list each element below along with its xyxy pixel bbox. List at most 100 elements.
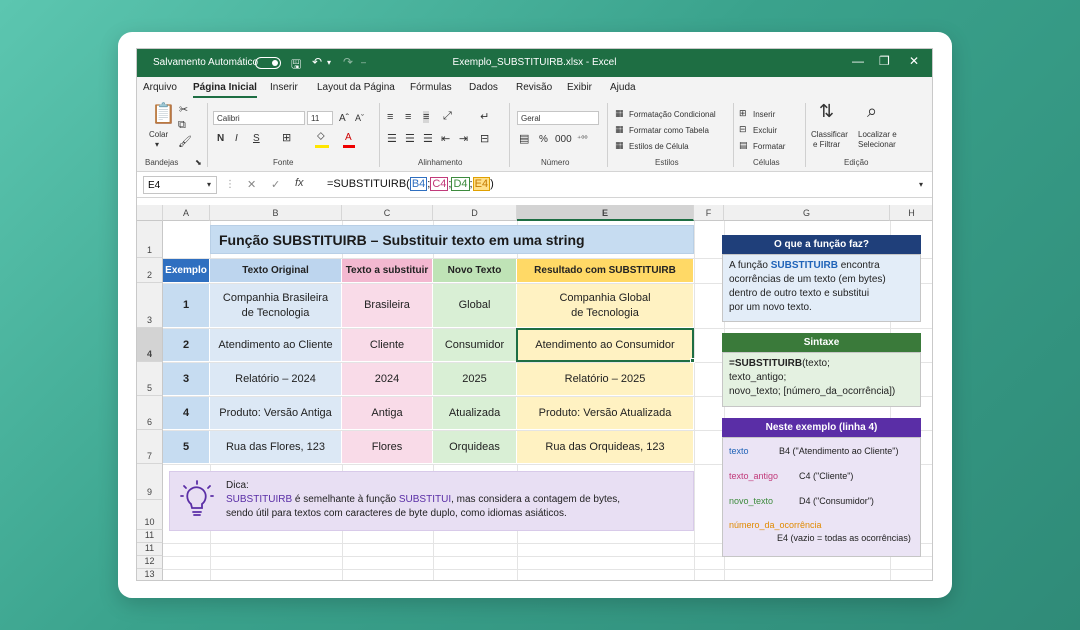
- header-resultado[interactable]: Resultado com SUBSTITUIRB: [517, 259, 694, 283]
- row-header-11b[interactable]: 11: [137, 543, 163, 556]
- comma-style-icon[interactable]: 000: [555, 134, 572, 145]
- find-select-label-2[interactable]: Selecionar: [858, 140, 896, 149]
- cell-new-text-4[interactable]: Atualizada: [433, 397, 517, 430]
- tab-arquivo[interactable]: Arquivo: [143, 82, 177, 93]
- tab-layout[interactable]: Layout da Página: [317, 82, 395, 93]
- row-header-13[interactable]: 13: [137, 569, 163, 580]
- col-header-g[interactable]: G: [724, 205, 890, 221]
- orientation-icon[interactable]: ⤢: [443, 110, 452, 123]
- select-all-corner[interactable]: [137, 205, 163, 221]
- close-icon[interactable]: ✕: [909, 54, 919, 68]
- tab-dados[interactable]: Dados: [469, 82, 498, 93]
- cell-new-text-1[interactable]: Global: [433, 284, 517, 328]
- row-header-6[interactable]: 6: [137, 396, 163, 430]
- grow-font-icon[interactable]: Aˆ: [339, 113, 349, 124]
- row-header-5[interactable]: 5: [137, 362, 163, 396]
- cell-old-text-2[interactable]: Cliente: [342, 329, 433, 362]
- cond-format-button[interactable]: Formatação Condicional: [629, 110, 716, 119]
- row-header-10[interactable]: 10: [137, 500, 163, 530]
- row-header-2[interactable]: 2: [137, 258, 163, 283]
- align-bottom-icon[interactable]: ≡: [423, 111, 430, 123]
- sort-filter-label-2[interactable]: e Filtrar: [813, 140, 840, 149]
- fill-color-icon[interactable]: ⬦: [317, 130, 325, 143]
- insert-cells-button[interactable]: Inserir: [753, 110, 775, 119]
- cell-example-number-2[interactable]: 2: [163, 329, 210, 362]
- header-novo-texto[interactable]: Novo Texto: [433, 259, 517, 283]
- cell-example-number-4[interactable]: 4: [163, 397, 210, 430]
- italic-button[interactable]: I: [235, 133, 238, 144]
- header-exemplo[interactable]: Exemplo: [163, 259, 210, 283]
- format-table-icon[interactable]: ▦: [615, 124, 624, 135]
- tab-revisao[interactable]: Revisão: [516, 82, 552, 93]
- cond-format-icon[interactable]: ▦: [615, 108, 624, 119]
- decimal-icon[interactable]: ⁺⁰⁰: [577, 134, 588, 143]
- col-header-e[interactable]: E: [517, 205, 694, 221]
- header-texto-substituir[interactable]: Texto a substituir: [342, 259, 433, 283]
- col-header-h[interactable]: H: [890, 205, 932, 221]
- expand-formula-icon[interactable]: ▾: [919, 180, 923, 189]
- delete-cells-button[interactable]: Excluir: [753, 126, 777, 135]
- paste-icon[interactable]: 📋: [151, 101, 176, 126]
- more-options-icon[interactable]: ⋮: [225, 179, 235, 190]
- formula-input[interactable]: =SUBSTITUIRB(B4; C4; D4; E4): [327, 177, 494, 191]
- font-name-combo[interactable]: Calibri: [213, 111, 305, 125]
- paste-dropdown-icon[interactable]: ▾: [155, 140, 159, 149]
- name-box[interactable]: E4: [143, 176, 217, 194]
- insert-function-icon[interactable]: fx: [295, 177, 304, 189]
- restore-icon[interactable]: ❐: [879, 54, 890, 68]
- format-cells-button[interactable]: Formatar: [753, 142, 785, 151]
- header-texto-original[interactable]: Texto Original: [210, 259, 342, 283]
- tab-exibir[interactable]: Exibir: [567, 82, 592, 93]
- cell-original-text-3[interactable]: Relatório – 2024: [210, 363, 342, 396]
- cell-styles-button[interactable]: Estilos de Célula: [629, 142, 689, 151]
- find-select-label-1[interactable]: Localizar e: [858, 130, 897, 139]
- col-header-a[interactable]: A: [163, 205, 210, 221]
- tab-pagina-inicial[interactable]: Página Inicial: [193, 82, 257, 98]
- currency-icon[interactable]: ▤: [519, 132, 529, 145]
- fill-handle[interactable]: [690, 358, 695, 363]
- merge-center-icon[interactable]: ⊟: [480, 132, 489, 145]
- increase-indent-icon[interactable]: ⇥: [459, 132, 468, 145]
- cell-result-text-3[interactable]: Relatório – 2025: [517, 363, 694, 396]
- cell-original-text-2[interactable]: Atendimento ao Cliente: [210, 329, 342, 362]
- sort-filter-icon[interactable]: ⇅: [819, 101, 834, 122]
- format-cells-icon[interactable]: ▤: [739, 140, 748, 151]
- decrease-indent-icon[interactable]: ⇤: [441, 132, 450, 145]
- copy-icon[interactable]: ⧉: [178, 119, 186, 132]
- borders-icon[interactable]: ⊞: [282, 131, 291, 144]
- underline-button[interactable]: S: [253, 133, 260, 144]
- row-header-7[interactable]: 7: [137, 430, 163, 464]
- cell-original-text-1[interactable]: Companhia Brasileira de Tecnologia: [210, 284, 342, 328]
- tab-inserir[interactable]: Inserir: [270, 82, 298, 93]
- row-header-9[interactable]: 9: [137, 464, 163, 500]
- bold-button[interactable]: N: [217, 133, 224, 144]
- cell-new-text-2[interactable]: Consumidor: [433, 329, 517, 362]
- percent-icon[interactable]: %: [539, 134, 548, 145]
- cell-old-text-3[interactable]: 2024: [342, 363, 433, 396]
- cell-result-text-5[interactable]: Rua das Orquideas, 123: [517, 431, 694, 464]
- cell-example-number-3[interactable]: 3: [163, 363, 210, 396]
- wrap-text-icon[interactable]: ↵: [480, 110, 489, 123]
- insert-cells-icon[interactable]: ⊞: [739, 108, 747, 119]
- cell-original-text-4[interactable]: Produto: Versão Antiga: [210, 397, 342, 430]
- col-header-c[interactable]: C: [342, 205, 433, 221]
- row-header-12[interactable]: 12: [137, 556, 163, 569]
- col-header-f[interactable]: F: [694, 205, 724, 221]
- clipboard-launcher-icon[interactable]: ⬊: [195, 158, 202, 167]
- format-table-button[interactable]: Formatar como Tabela: [629, 126, 709, 135]
- cell-old-text-4[interactable]: Antiga: [342, 397, 433, 430]
- row-header-3[interactable]: 3: [137, 283, 163, 328]
- number-format-combo[interactable]: Geral: [517, 111, 599, 125]
- delete-cells-icon[interactable]: ⊟: [739, 124, 747, 135]
- align-left-icon[interactable]: ☰: [387, 132, 397, 145]
- align-middle-icon[interactable]: ≡: [405, 111, 411, 123]
- sheet-title[interactable]: Função SUBSTITUIRB – Substituir texto em…: [210, 225, 694, 254]
- cell-old-text-1[interactable]: Brasileira: [342, 284, 433, 328]
- row-header-11a[interactable]: 11: [137, 530, 163, 543]
- align-top-icon[interactable]: ≡: [387, 111, 393, 123]
- cell-old-text-5[interactable]: Flores: [342, 431, 433, 464]
- sort-filter-label-1[interactable]: Classificar: [811, 130, 848, 139]
- minimize-icon[interactable]: —: [852, 54, 864, 68]
- font-size-combo[interactable]: 11: [307, 111, 333, 125]
- cut-icon[interactable]: ✂: [179, 103, 188, 116]
